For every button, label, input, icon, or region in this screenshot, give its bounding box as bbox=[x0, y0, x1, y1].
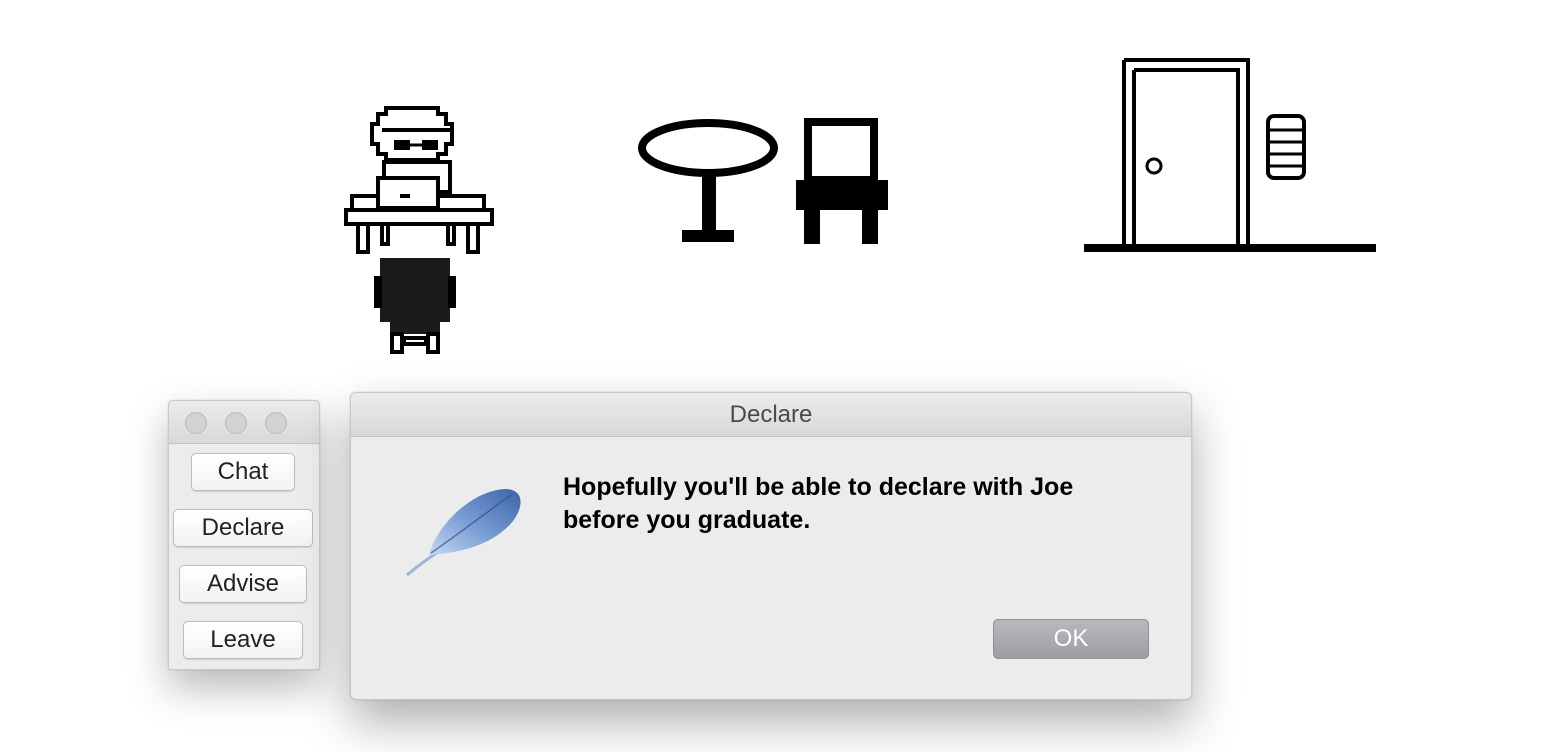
ok-button[interactable]: OK bbox=[993, 619, 1149, 659]
round-table-sprite bbox=[638, 119, 778, 242]
dialog-titlebar: Declare bbox=[351, 393, 1191, 437]
chair-sprite bbox=[796, 118, 888, 244]
dialog-message: Hopefully you'll be able to declare with… bbox=[563, 471, 1163, 537]
advise-button[interactable]: Advise bbox=[179, 565, 307, 603]
menu-window-titlebar bbox=[169, 401, 319, 444]
chat-button[interactable]: Chat bbox=[191, 453, 295, 491]
leave-button[interactable]: Leave bbox=[183, 621, 303, 659]
dialog-message-line-1: Hopefully you'll be able to declare with… bbox=[563, 473, 1074, 501]
feather-icon bbox=[406, 489, 521, 577]
zoom-window-button[interactable] bbox=[265, 412, 287, 434]
advisor-at-desk-sprite bbox=[344, 106, 494, 354]
action-menu-window: Chat Declare Advise Leave bbox=[168, 400, 320, 670]
minimize-window-button[interactable] bbox=[225, 412, 247, 434]
declare-button[interactable]: Declare bbox=[173, 509, 313, 547]
dialog-title: Declare bbox=[729, 401, 813, 428]
door-sprite bbox=[1084, 58, 1376, 252]
declare-dialog: Declare Hopefully you'll be able to decl… bbox=[350, 392, 1192, 700]
thermostat-sprite bbox=[1266, 114, 1306, 180]
close-window-button[interactable] bbox=[185, 412, 207, 434]
dialog-message-line-2: before you graduate. bbox=[563, 506, 811, 534]
